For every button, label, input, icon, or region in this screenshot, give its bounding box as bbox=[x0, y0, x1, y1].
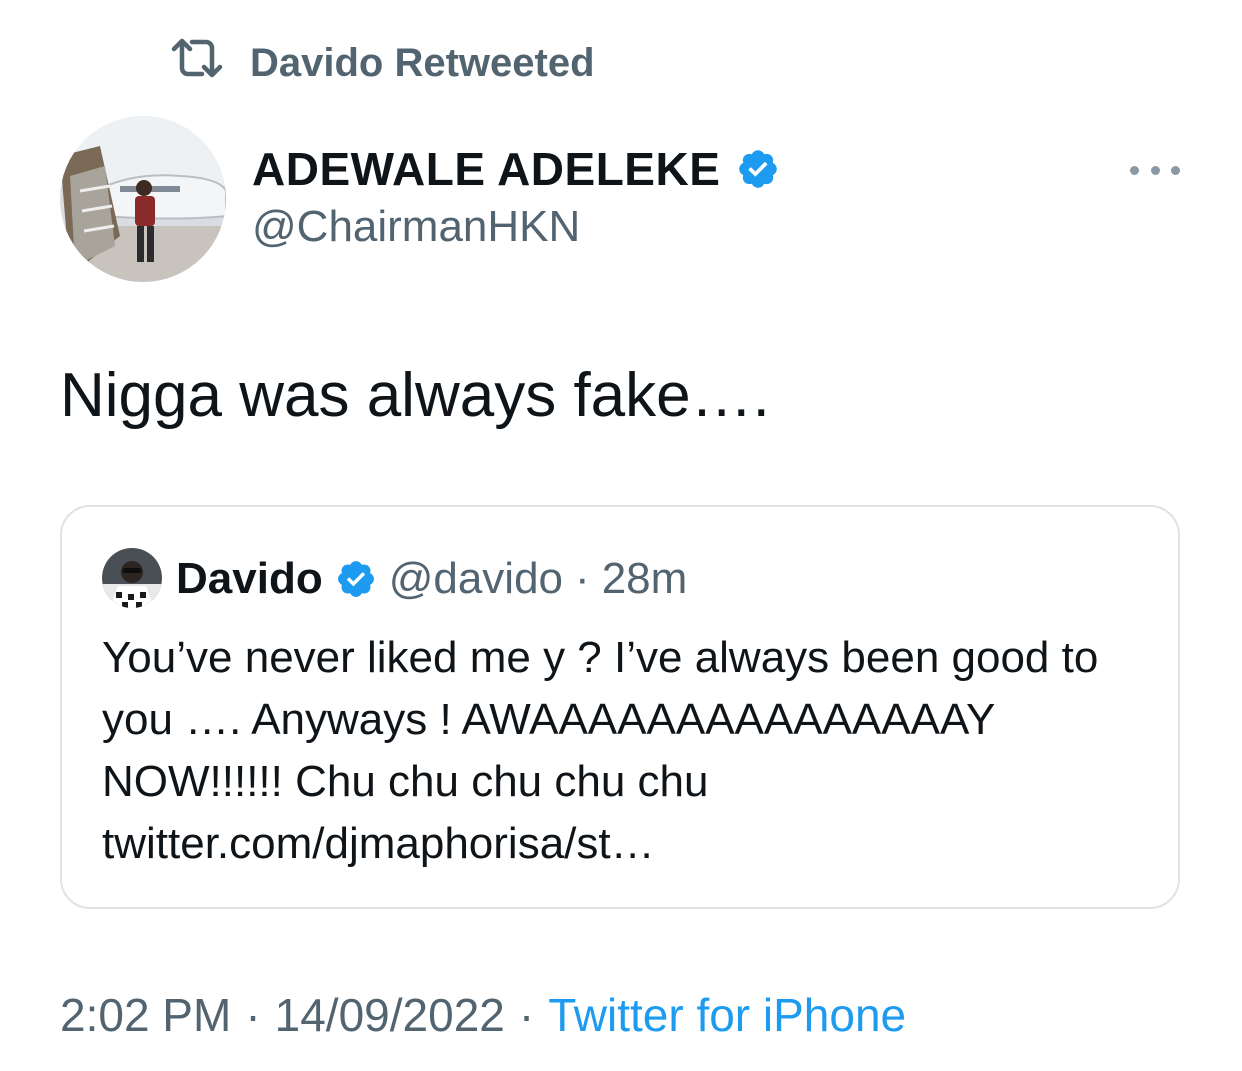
quoted-separator: · bbox=[575, 554, 590, 603]
meta-separator: · bbox=[245, 989, 261, 1041]
quoted-header: Davido @davido · 28m bbox=[176, 551, 687, 607]
retweet-label: Davido Retweeted bbox=[250, 40, 595, 85]
quoted-author-handle[interactable]: @davido bbox=[389, 554, 563, 604]
quoted-tweet-card[interactable]: Davido @davido · 28m You’ve never liked … bbox=[60, 505, 1180, 909]
more-dot bbox=[1171, 165, 1180, 175]
avatar-image bbox=[60, 116, 226, 282]
quoted-tweet-text: You’ve never liked me y ? I’ve always be… bbox=[102, 633, 1099, 868]
author-name-row[interactable]: ADEWALE ADELEKE bbox=[252, 140, 780, 198]
tweet-date[interactable]: 14/09/2022 bbox=[275, 988, 505, 1042]
tweet-meta: 2:02 PM · 14/09/2022 · Twitter for iPhon… bbox=[60, 985, 906, 1045]
tweet-time[interactable]: 2:02 PM bbox=[60, 988, 231, 1042]
retweet-context[interactable]: Davido Retweeted bbox=[168, 38, 595, 88]
tweet-source-link[interactable]: Twitter for iPhone bbox=[548, 988, 906, 1042]
author-handle[interactable]: @ChairmanHKN bbox=[252, 202, 580, 252]
more-options-icon[interactable] bbox=[1130, 160, 1180, 180]
verified-badge-icon bbox=[335, 558, 377, 600]
verified-badge-icon bbox=[736, 147, 780, 191]
quoted-timestamp[interactable]: 28m bbox=[602, 554, 688, 604]
retweet-icon bbox=[168, 36, 226, 90]
quoted-author-avatar[interactable] bbox=[102, 548, 162, 608]
tweet-text: Nigga was always fake…. bbox=[60, 361, 770, 430]
author-name[interactable]: ADEWALE ADELEKE bbox=[252, 142, 720, 196]
quoted-author-name[interactable]: Davido bbox=[176, 554, 323, 604]
more-dot bbox=[1150, 165, 1160, 175]
author-avatar[interactable] bbox=[60, 116, 226, 282]
avatar-image bbox=[102, 548, 162, 608]
meta-separator: · bbox=[518, 989, 535, 1041]
more-dot bbox=[1130, 165, 1139, 175]
